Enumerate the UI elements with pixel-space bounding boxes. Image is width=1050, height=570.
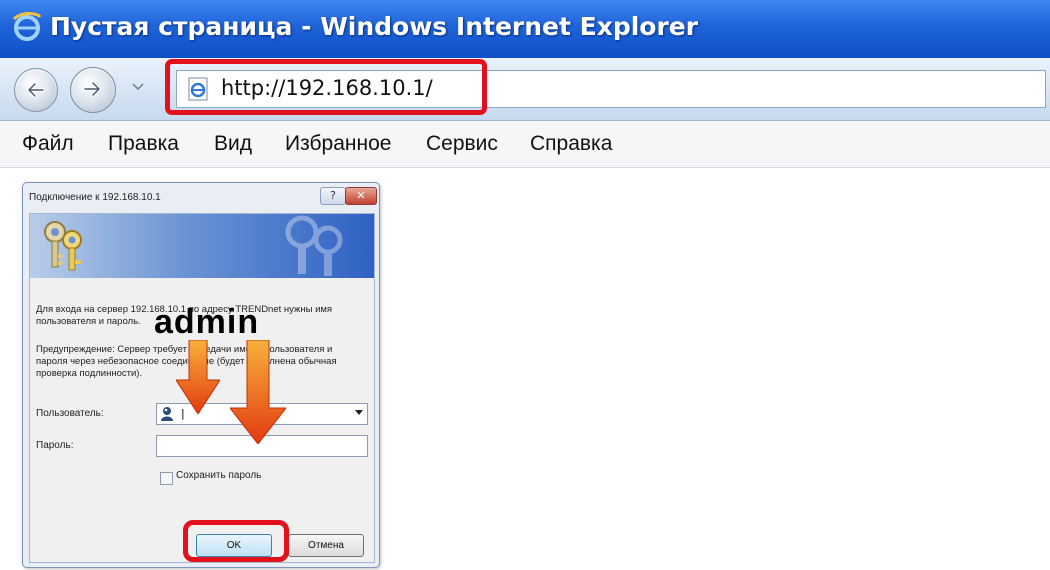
- menu-item-edit[interactable]: Правка: [108, 132, 179, 156]
- menu-item-help[interactable]: Справка: [530, 132, 612, 156]
- down-arrow-icon: [176, 340, 220, 414]
- menu-item-tools[interactable]: Сервис: [426, 132, 498, 156]
- help-button[interactable]: ?: [320, 187, 346, 205]
- keys-icon: [44, 221, 82, 271]
- window-title: Пустая страница - Windows Internet Explo…: [50, 12, 699, 41]
- cancel-button[interactable]: Отмена: [288, 534, 364, 557]
- down-arrow-icon: [230, 340, 286, 444]
- menu-item-view[interactable]: Вид: [214, 132, 252, 156]
- chevron-down-icon[interactable]: [132, 80, 144, 92]
- dialog-title: Подключение к 192.168.10.1: [29, 192, 161, 203]
- navigation-bar: http://192.168.10.1/: [0, 58, 1050, 121]
- menu-item-file[interactable]: Файл: [22, 132, 74, 156]
- save-password-checkbox[interactable]: [160, 472, 173, 485]
- dialog-banner: [30, 214, 374, 278]
- menu-bar: Файл Правка Вид Избранное Сервис Справка: [0, 121, 1050, 168]
- ok-highlight-box: [183, 520, 289, 562]
- user-icon: [161, 407, 173, 421]
- window-title-bar: Пустая страница - Windows Internet Explo…: [0, 0, 1050, 58]
- dropdown-arrow-icon[interactable]: [355, 410, 363, 416]
- keys-watermark-icon: [285, 215, 343, 276]
- ie-logo-icon: [12, 12, 42, 41]
- username-label: Пользователь:: [36, 408, 104, 419]
- back-arrow-icon: [27, 82, 45, 98]
- menu-item-favorites[interactable]: Избранное: [285, 132, 391, 156]
- password-label: Пароль:: [36, 440, 74, 451]
- save-password-label: Сохранить пароль: [176, 470, 262, 481]
- admin-annotation: admin: [154, 303, 260, 341]
- forward-arrow-icon: [83, 81, 101, 97]
- forward-button[interactable]: [70, 67, 116, 113]
- address-highlight-box: [165, 59, 487, 115]
- back-button[interactable]: [14, 68, 58, 112]
- close-button[interactable]: ✕: [345, 187, 377, 205]
